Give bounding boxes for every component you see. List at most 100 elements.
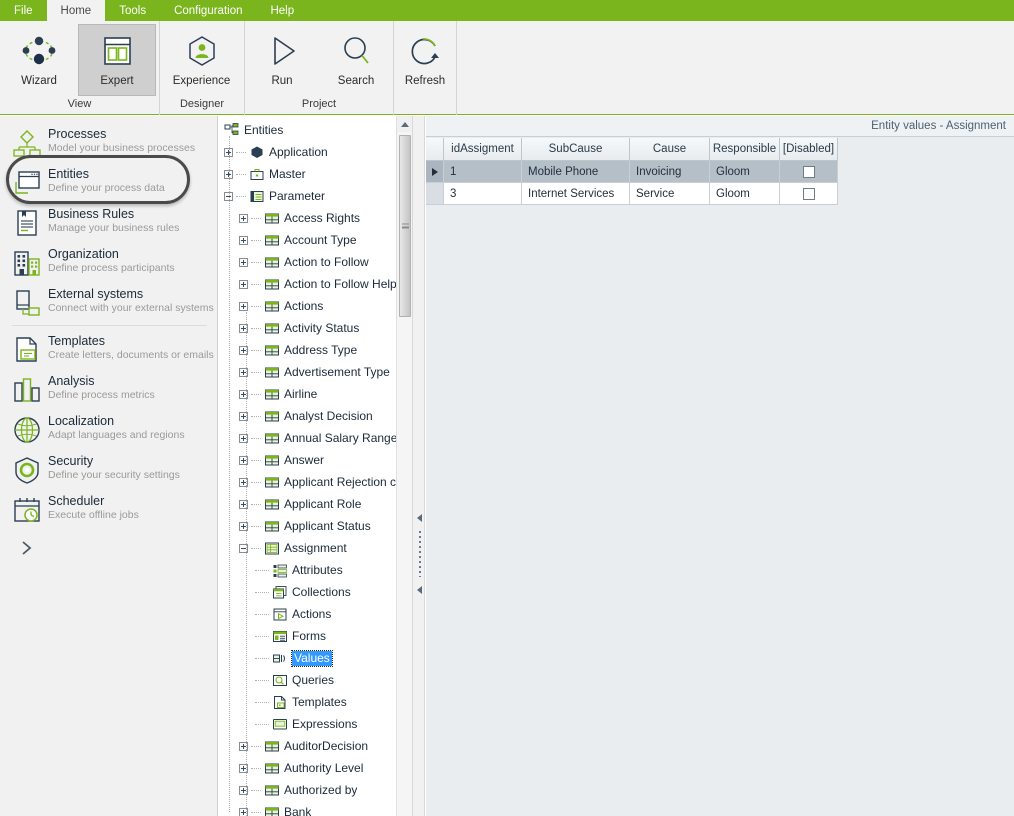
tree-connector [251, 349, 261, 351]
sidebar-item-processes[interactable]: Processes Model your business processes [0, 122, 217, 162]
tree-expand-icon[interactable] [239, 213, 248, 223]
tree-node-label: Values [291, 649, 333, 667]
sidebar-item-scheduler[interactable]: Scheduler Execute offline jobs [0, 489, 217, 529]
grid-column-header[interactable]: SubCause [522, 138, 630, 161]
wizard-button[interactable]: Wizard [0, 24, 78, 96]
tree-node[interactable]: Access Rights [219, 207, 412, 229]
tree-expand-icon[interactable] [239, 257, 248, 267]
grid-column-header[interactable]: [Disabled] [780, 138, 838, 161]
tree-node[interactable]: Analyst Decision [219, 405, 412, 427]
splitter-collapse-left-icon[interactable] [417, 514, 422, 522]
tree-node[interactable]: Authority Level [219, 757, 412, 779]
tree-node[interactable]: Action to Follow [219, 251, 412, 273]
sidebar-item-templates[interactable]: Templates Create letters, documents or e… [0, 329, 217, 369]
tree-root-node[interactable]: Entities [219, 119, 412, 141]
disabled-checkbox[interactable] [802, 165, 815, 178]
sidebar-item-security[interactable]: Security Define your security settings [0, 449, 217, 489]
business-rules-document-icon [10, 206, 44, 240]
tree-node-label: Applicant Status [284, 518, 371, 533]
panel-splitter[interactable] [412, 116, 425, 816]
tree-node[interactable]: Actions [219, 603, 412, 625]
sidebar-item-organization[interactable]: Organization Define process participants [0, 242, 217, 282]
table-row[interactable]: 1 Mobile Phone Invoicing Gloom [426, 161, 838, 183]
table-cell[interactable]: Service [630, 183, 710, 205]
tree-expand-icon[interactable] [239, 301, 248, 311]
sidebar-item-entities[interactable]: Entities Define your process data [0, 162, 217, 202]
tree-node[interactable]: Annual Salary Range [219, 427, 412, 449]
grid-column-header[interactable]: Cause [630, 138, 710, 161]
parameter-panel-icon [248, 189, 265, 204]
menu-item-configuration[interactable]: Configuration [160, 0, 256, 21]
tree-node[interactable]: Queries [219, 669, 412, 691]
expert-button[interactable]: Expert [78, 24, 156, 96]
tree-expand-icon[interactable] [239, 279, 248, 289]
table-cell[interactable]: Gloom [710, 161, 780, 183]
entity-values-grid[interactable]: idAssigment SubCause Cause Responsible [Disa… [426, 138, 838, 205]
menu-item-tools[interactable]: Tools [105, 0, 160, 21]
tree-vertical-scrollbar[interactable] [396, 116, 412, 816]
splitter-collapse-left-icon-2[interactable] [417, 586, 422, 594]
entities-tree[interactable]: Entities Application Master Parameter Access… [219, 116, 412, 816]
scroll-up-arrow-icon[interactable] [397, 116, 412, 132]
grid-column-header[interactable]: Responsible [710, 138, 780, 161]
table-cell[interactable]: Mobile Phone [522, 161, 630, 183]
table-cell[interactable]: Gloom [710, 183, 780, 205]
tree-node[interactable]: Application [219, 141, 412, 163]
tree-node[interactable]: Answer [219, 449, 412, 471]
menu-item-help[interactable]: Help [256, 0, 308, 21]
tree-node[interactable]: Airline [219, 383, 412, 405]
tree-node[interactable]: Applicant Role [219, 493, 412, 515]
tree-node[interactable]: Actions [219, 295, 412, 317]
experience-button[interactable]: Experience [160, 24, 243, 96]
sidebar-item-localization[interactable]: Localization Adapt languages and regions [0, 409, 217, 449]
tree-node[interactable]: Collections [219, 581, 412, 603]
tree-node[interactable]: Forms [219, 625, 412, 647]
scrollbar-thumb[interactable] [399, 135, 411, 317]
table-row[interactable]: 3 Internet Services Service Gloom [426, 183, 838, 205]
tree-node[interactable]: Master [219, 163, 412, 185]
disabled-checkbox[interactable] [802, 187, 815, 200]
analysis-bars-icon [10, 373, 44, 407]
tree-node[interactable]: Applicant Rejection cau [219, 471, 412, 493]
tree-node[interactable]: AuditorDecision [219, 735, 412, 757]
sidebar-item-external-systems[interactable]: External systems Connect with your exter… [0, 282, 217, 322]
grid-corner-cell[interactable] [426, 138, 444, 161]
grid-column-header[interactable]: idAssigment [444, 138, 522, 161]
refresh-button[interactable]: Refresh [394, 24, 456, 96]
sidebar-expand-chevron-icon[interactable] [0, 529, 217, 563]
tree-node[interactable]: Activity Status [219, 317, 412, 339]
splitter-handle[interactable] [413, 514, 426, 594]
tree-node-label: Bank [284, 804, 312, 816]
entity-values-panel: Entity values - Assignment idAssigment Su… [426, 116, 1014, 816]
table-cell[interactable]: 3 [444, 183, 522, 205]
tree-node[interactable]: Templates [219, 691, 412, 713]
table-cell[interactable]: Internet Services [522, 183, 630, 205]
table-cell[interactable]: 1 [444, 161, 522, 183]
table-cell-disabled[interactable] [780, 183, 838, 205]
tree-node[interactable]: Action to Follow Help [219, 273, 412, 295]
tree-node-label: Forms [292, 628, 326, 643]
tree-node[interactable]: Bank [219, 801, 412, 816]
search-button[interactable]: Search [319, 24, 393, 96]
table-cell[interactable]: Invoicing [630, 161, 710, 183]
sidebar-item-analysis[interactable]: Analysis Define process metrics [0, 369, 217, 409]
run-button[interactable]: Run [245, 24, 319, 96]
tree-expand-icon[interactable] [239, 235, 248, 245]
tree-node-label: AuditorDecision [284, 738, 369, 753]
tree-node[interactable]: Address Type [219, 339, 412, 361]
sidebar-item-business-rules[interactable]: Business Rules Manage your business rule… [0, 202, 217, 242]
tree-node[interactable]: Advertisement Type [219, 361, 412, 383]
tree-node[interactable]: Assignment [219, 537, 412, 559]
table-cell-disabled[interactable] [780, 161, 838, 183]
row-indicator-cell[interactable] [426, 183, 444, 205]
tree-node[interactable]: Attributes [219, 559, 412, 581]
menu-item-file[interactable]: File [0, 0, 47, 21]
tree-node[interactable]: Values [219, 647, 412, 669]
tree-node[interactable]: Parameter [219, 185, 412, 207]
tree-node[interactable]: Account Type [219, 229, 412, 251]
tree-node[interactable]: Authorized by [219, 779, 412, 801]
tree-node[interactable]: Expressions [219, 713, 412, 735]
menu-item-home[interactable]: Home [46, 0, 106, 21]
tree-node[interactable]: Applicant Status [219, 515, 412, 537]
row-indicator-cell[interactable] [426, 161, 444, 183]
